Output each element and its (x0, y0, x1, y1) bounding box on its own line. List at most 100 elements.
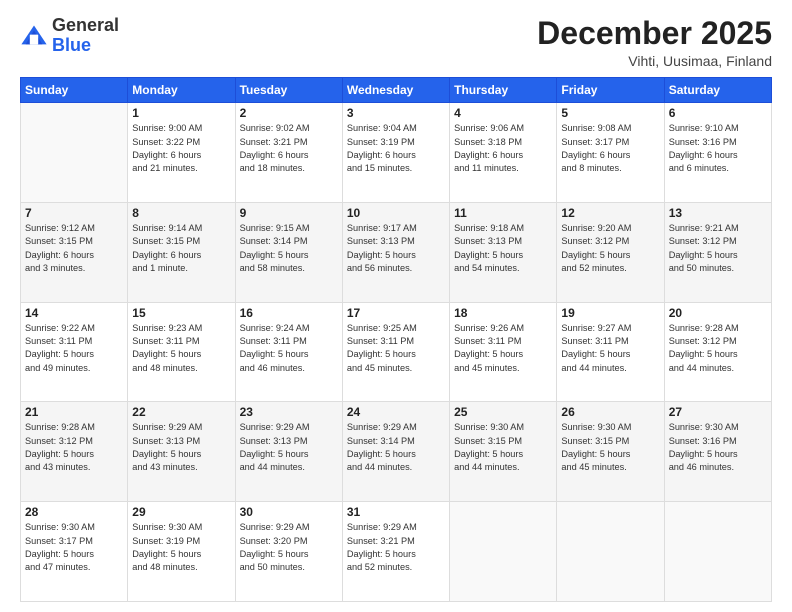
day-info: Sunrise: 9:17 AM Sunset: 3:13 PM Dayligh… (347, 222, 445, 275)
day-number: 30 (240, 505, 338, 519)
col-friday: Friday (557, 78, 664, 103)
calendar-cell: 8Sunrise: 9:14 AM Sunset: 3:15 PM Daylig… (128, 202, 235, 302)
calendar-cell: 3Sunrise: 9:04 AM Sunset: 3:19 PM Daylig… (342, 103, 449, 203)
calendar-cell: 14 Sunrise: 9:22 AM Sunset: 3:11 PM Dayli… (21, 302, 128, 402)
day-number: 7 (25, 206, 123, 220)
calendar-cell: 5Sunrise: 9:08 AM Sunset: 3:17 PM Daylig… (557, 103, 664, 203)
calendar-cell: 6 Sunrise: 9:10 AM Sunset: 3:16 PM Daylig… (664, 103, 771, 203)
day-info: Sunrise: 9:29 AM Sunset: 3:21 PM Dayligh… (347, 521, 445, 574)
day-number: 8 (132, 206, 230, 220)
day-number: 23 (240, 405, 338, 419)
header-row: Sunday Monday Tuesday Wednesday Thursday… (21, 78, 772, 103)
col-thursday: Thursday (450, 78, 557, 103)
day-number: 2 (240, 106, 338, 120)
day-info: Sunrise: 9:12 AM Sunset: 3:15 PM Dayligh… (25, 222, 123, 275)
calendar-cell: 16 Sunrise: 9:24 AM Sunset: 3:11 PM Dayli… (235, 302, 342, 402)
day-number: 1 (132, 106, 230, 120)
calendar-cell (557, 502, 664, 602)
location: Vihti, Uusimaa, Finland (537, 53, 772, 69)
logo-blue: Blue (52, 36, 119, 56)
day-number: 19 (561, 306, 659, 320)
calendar-cell: 12 Sunrise: 9:20 AM Sunset: 3:12 PM Dayli… (557, 202, 664, 302)
day-number: 12 (561, 206, 659, 220)
calendar-cell: 25 Sunrise: 9:30 AM Sunset: 3:15 PM Dayli… (450, 402, 557, 502)
calendar-cell: 23 Sunrise: 9:29 AM Sunset: 3:13 PM Dayli… (235, 402, 342, 502)
calendar-cell: 7 Sunrise: 9:12 AM Sunset: 3:15 PM Daylig… (21, 202, 128, 302)
col-tuesday: Tuesday (235, 78, 342, 103)
day-info: Sunrise: 9:08 AM Sunset: 3:17 PM Dayligh… (561, 122, 659, 175)
day-info: Sunrise: 9:18 AM Sunset: 3:13 PM Dayligh… (454, 222, 552, 275)
day-info: Sunrise: 9:29 AM Sunset: 3:13 PM Dayligh… (240, 421, 338, 474)
day-number: 20 (669, 306, 767, 320)
day-number: 11 (454, 206, 552, 220)
week-row: 1 Sunrise: 9:00 AM Sunset: 3:22 PM Daylig… (21, 103, 772, 203)
calendar-cell: 27 Sunrise: 9:30 AM Sunset: 3:16 PM Dayli… (664, 402, 771, 502)
day-number: 25 (454, 405, 552, 419)
day-info: Sunrise: 9:28 AM Sunset: 3:12 PM Dayligh… (25, 421, 123, 474)
header: General Blue December 2025 Vihti, Uusima… (20, 16, 772, 69)
day-info: Sunrise: 9:27 AM Sunset: 3:11 PM Dayligh… (561, 322, 659, 375)
logo-general: General (52, 16, 119, 36)
calendar-cell: 18 Sunrise: 9:26 AM Sunset: 3:11 PM Dayli… (450, 302, 557, 402)
day-info: Sunrise: 9:24 AM Sunset: 3:11 PM Dayligh… (240, 322, 338, 375)
calendar-cell: 19 Sunrise: 9:27 AM Sunset: 3:11 PM Dayli… (557, 302, 664, 402)
calendar-cell: 11 Sunrise: 9:18 AM Sunset: 3:13 PM Dayli… (450, 202, 557, 302)
calendar-cell: 9 Sunrise: 9:15 AM Sunset: 3:14 PM Daylig… (235, 202, 342, 302)
calendar-cell: 2 Sunrise: 9:02 AM Sunset: 3:21 PM Daylig… (235, 103, 342, 203)
day-info: Sunrise: 9:06 AM Sunset: 3:18 PM Dayligh… (454, 122, 552, 175)
calendar-cell (664, 502, 771, 602)
day-info: Sunrise: 9:30 AM Sunset: 3:16 PM Dayligh… (669, 421, 767, 474)
day-info: Sunrise: 9:02 AM Sunset: 3:21 PM Dayligh… (240, 122, 338, 175)
week-row: 21 Sunrise: 9:28 AM Sunset: 3:12 PM Dayli… (21, 402, 772, 502)
day-info: Sunrise: 9:10 AM Sunset: 3:16 PM Dayligh… (669, 122, 767, 175)
logo-icon (20, 22, 48, 50)
day-number: 21 (25, 405, 123, 419)
day-info: Sunrise: 9:26 AM Sunset: 3:11 PM Dayligh… (454, 322, 552, 375)
day-info: Sunrise: 9:29 AM Sunset: 3:20 PM Dayligh… (240, 521, 338, 574)
title-block: December 2025 Vihti, Uusimaa, Finland (537, 16, 772, 69)
day-info: Sunrise: 9:30 AM Sunset: 3:15 PM Dayligh… (561, 421, 659, 474)
day-number: 24 (347, 405, 445, 419)
calendar-cell: 4Sunrise: 9:06 AM Sunset: 3:18 PM Daylig… (450, 103, 557, 203)
calendar-cell: 13Sunrise: 9:21 AM Sunset: 3:12 PM Dayli… (664, 202, 771, 302)
day-number: 15 (132, 306, 230, 320)
day-number: 28 (25, 505, 123, 519)
day-number: 26 (561, 405, 659, 419)
calendar-table: Sunday Monday Tuesday Wednesday Thursday… (20, 77, 772, 602)
day-info: Sunrise: 9:29 AM Sunset: 3:14 PM Dayligh… (347, 421, 445, 474)
col-wednesday: Wednesday (342, 78, 449, 103)
calendar-cell: 10 Sunrise: 9:17 AM Sunset: 3:13 PM Dayli… (342, 202, 449, 302)
day-number: 6 (669, 106, 767, 120)
week-row: 14 Sunrise: 9:22 AM Sunset: 3:11 PM Dayli… (21, 302, 772, 402)
calendar-cell: 20 Sunrise: 9:28 AM Sunset: 3:12 PM Dayli… (664, 302, 771, 402)
day-info: Sunrise: 9:22 AM Sunset: 3:11 PM Dayligh… (25, 322, 123, 375)
day-info: Sunrise: 9:30 AM Sunset: 3:15 PM Dayligh… (454, 421, 552, 474)
col-saturday: Saturday (664, 78, 771, 103)
month-title: December 2025 (537, 16, 772, 51)
page: General Blue December 2025 Vihti, Uusima… (0, 0, 792, 612)
day-info: Sunrise: 9:20 AM Sunset: 3:12 PM Dayligh… (561, 222, 659, 275)
day-info: Sunrise: 9:00 AM Sunset: 3:22 PM Dayligh… (132, 122, 230, 175)
day-number: 10 (347, 206, 445, 220)
week-row: 28 Sunrise: 9:30 AM Sunset: 3:17 PM Dayli… (21, 502, 772, 602)
day-number: 14 (25, 306, 123, 320)
calendar-body: 1 Sunrise: 9:00 AM Sunset: 3:22 PM Daylig… (21, 103, 772, 602)
day-info: Sunrise: 9:30 AM Sunset: 3:17 PM Dayligh… (25, 521, 123, 574)
col-monday: Monday (128, 78, 235, 103)
calendar-cell: 30 Sunrise: 9:29 AM Sunset: 3:20 PM Dayli… (235, 502, 342, 602)
day-number: 18 (454, 306, 552, 320)
day-number: 9 (240, 206, 338, 220)
day-number: 27 (669, 405, 767, 419)
calendar-cell: 28 Sunrise: 9:30 AM Sunset: 3:17 PM Dayli… (21, 502, 128, 602)
calendar-cell: 22Sunrise: 9:29 AM Sunset: 3:13 PM Dayli… (128, 402, 235, 502)
calendar-cell (21, 103, 128, 203)
calendar-cell (450, 502, 557, 602)
day-number: 31 (347, 505, 445, 519)
calendar-cell: 17Sunrise: 9:25 AM Sunset: 3:11 PM Dayli… (342, 302, 449, 402)
day-info: Sunrise: 9:15 AM Sunset: 3:14 PM Dayligh… (240, 222, 338, 275)
day-info: Sunrise: 9:23 AM Sunset: 3:11 PM Dayligh… (132, 322, 230, 375)
week-row: 7 Sunrise: 9:12 AM Sunset: 3:15 PM Daylig… (21, 202, 772, 302)
day-info: Sunrise: 9:28 AM Sunset: 3:12 PM Dayligh… (669, 322, 767, 375)
day-number: 16 (240, 306, 338, 320)
logo-text: General Blue (52, 16, 119, 56)
